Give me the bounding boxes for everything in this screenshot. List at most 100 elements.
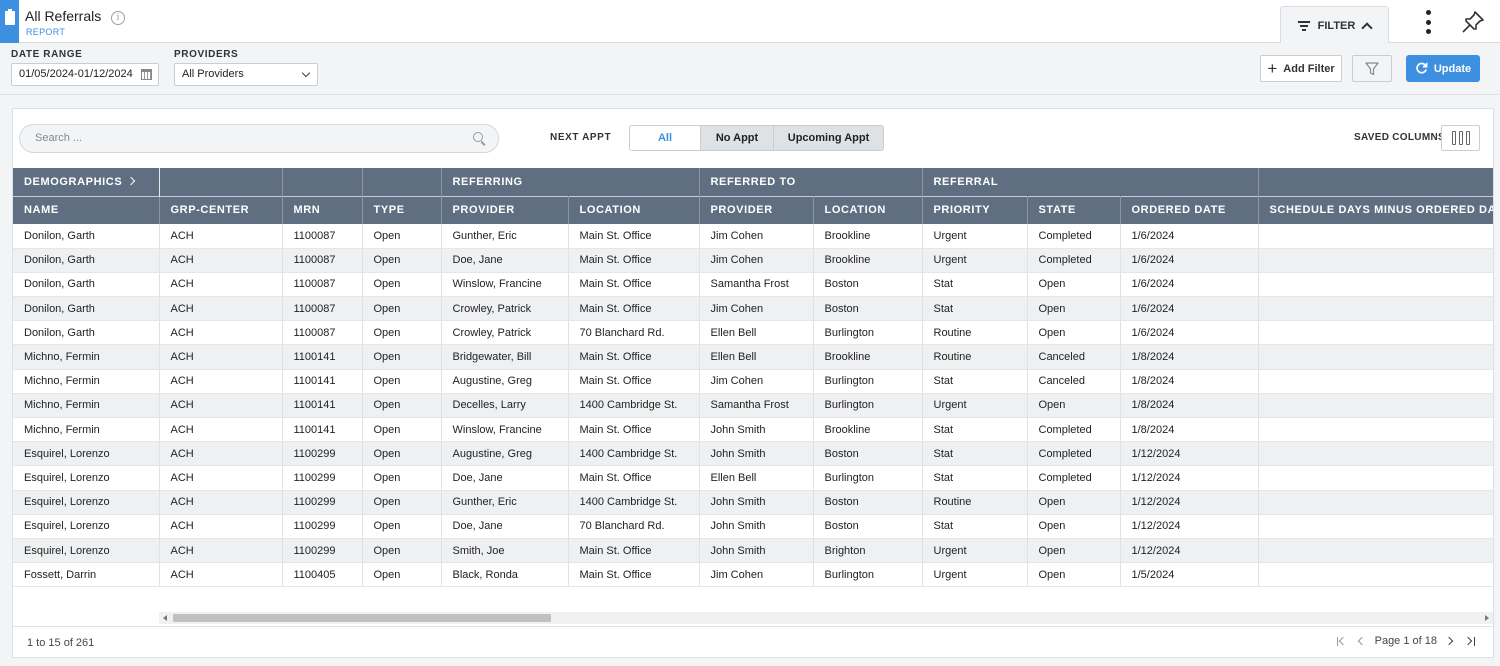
column-header[interactable]: STATE bbox=[1027, 195, 1121, 224]
add-filter-button[interactable]: + Add Filter bbox=[1260, 55, 1342, 82]
add-filter-label: Add Filter bbox=[1283, 62, 1335, 75]
table-row[interactable]: Donilon, Garth ACH 1100087 Open Winslow, Fra… bbox=[13, 272, 1493, 298]
referrals-table: DEMOGRAPHICS REFERRING REFERRED TO REFER… bbox=[13, 168, 1493, 588]
table-cell: 1/12/2024 bbox=[1120, 490, 1259, 515]
column-header[interactable]: ORDERED DATE bbox=[1120, 195, 1259, 224]
table-cell: Main St. Office bbox=[568, 272, 700, 298]
filter-toggle-tab[interactable]: FILTER bbox=[1280, 6, 1389, 44]
table-cell: Jim Cohen bbox=[699, 248, 814, 273]
funnel-button[interactable] bbox=[1352, 55, 1392, 82]
table-cell: Urgent bbox=[922, 538, 1028, 564]
filter-tab-label: FILTER bbox=[1317, 19, 1356, 32]
info-icon[interactable]: i bbox=[111, 11, 125, 25]
app-header: All Referrals i REPORT FILTER bbox=[0, 0, 1500, 44]
table-cell: 1/6/2024 bbox=[1120, 320, 1259, 346]
table-row[interactable]: Donilon, Garth ACH 1100087 Open Crowley, Pat… bbox=[13, 320, 1493, 346]
table-cell: Brighton bbox=[813, 538, 923, 564]
table-cell: 1/12/2024 bbox=[1120, 465, 1259, 491]
table-row[interactable]: Donilon, Garth ACH 1100087 Open Crowley, Pat… bbox=[13, 296, 1493, 322]
table-cell: Open bbox=[362, 272, 442, 298]
table-cell: ACH bbox=[159, 441, 283, 467]
table-cell: 1/6/2024 bbox=[1120, 272, 1259, 298]
table-cell: Open bbox=[362, 224, 442, 249]
column-header[interactable]: GRP-CENTER bbox=[159, 195, 283, 224]
column-header[interactable]: MRN bbox=[282, 195, 363, 224]
column-header[interactable]: PRIORITY bbox=[922, 195, 1028, 224]
kebab-icon[interactable] bbox=[1425, 10, 1431, 34]
table-cell: Open bbox=[1027, 320, 1121, 346]
last-page-icon[interactable] bbox=[1463, 635, 1475, 647]
providers-select[interactable]: All Providers bbox=[174, 63, 318, 86]
next-appt-segmented-control: All No Appt Upcoming Appt bbox=[629, 125, 884, 151]
table-row[interactable]: Esquirel, Lorenzo ACH 1100299 Open Smith, Jo… bbox=[13, 538, 1493, 564]
table-cell: Fossett, Darrin bbox=[13, 562, 160, 588]
table-row[interactable]: Esquirel, Lorenzo ACH 1100299 Open Augustine… bbox=[13, 441, 1493, 467]
search-icon[interactable] bbox=[473, 132, 483, 142]
table-cell: 1/5/2024 bbox=[1120, 562, 1259, 588]
table-cell: ACH bbox=[159, 320, 283, 346]
table-cell bbox=[1258, 417, 1493, 443]
pin-icon[interactable] bbox=[1461, 10, 1485, 34]
table-cell: Completed bbox=[1027, 441, 1121, 467]
table-cell: Open bbox=[362, 393, 442, 419]
chevron-right-icon bbox=[127, 176, 136, 185]
table-cell: Completed bbox=[1027, 224, 1121, 249]
table-cell: Burlington bbox=[813, 369, 923, 394]
table-row[interactable]: Donilon, Garth ACH 1100087 Open Doe, Jane Mai… bbox=[13, 248, 1493, 273]
referrals-table-container: DEMOGRAPHICS REFERRING REFERRED TO REFER… bbox=[13, 168, 1493, 612]
search-input[interactable]: Search ... bbox=[19, 124, 499, 153]
segment-upcoming-appt[interactable]: Upcoming Appt bbox=[774, 125, 884, 151]
table-cell: Michno, Fermin bbox=[13, 344, 160, 370]
table-row[interactable]: Michno, Fermin ACH 1100141 Open Decelles, La… bbox=[13, 393, 1493, 419]
table-cell: Stat bbox=[922, 514, 1028, 539]
table-row[interactable]: Esquirel, Lorenzo ACH 1100299 Open Gunther, … bbox=[13, 490, 1493, 515]
segment-all[interactable]: All bbox=[629, 125, 701, 151]
table-cell: Urgent bbox=[922, 224, 1028, 249]
table-cell bbox=[1258, 369, 1493, 394]
table-row[interactable]: Michno, Fermin ACH 1100141 Open Bridgewater,… bbox=[13, 344, 1493, 370]
table-cell: Main St. Office bbox=[568, 248, 700, 273]
table-cell bbox=[1258, 344, 1493, 370]
table-row[interactable]: Esquirel, Lorenzo ACH 1100299 Open Doe, Jane… bbox=[13, 465, 1493, 491]
column-header[interactable]: PROVIDER bbox=[699, 195, 814, 224]
table-cell bbox=[1258, 538, 1493, 564]
column-header[interactable]: PROVIDER bbox=[441, 195, 569, 224]
table-row[interactable]: Donilon, Garth ACH 1100087 Open Gunther, Eri… bbox=[13, 224, 1493, 249]
group-header-demographics[interactable]: DEMOGRAPHICS bbox=[13, 168, 160, 196]
column-header[interactable]: TYPE bbox=[362, 195, 442, 224]
group-header-empty bbox=[282, 168, 363, 196]
first-page-icon[interactable] bbox=[1336, 635, 1347, 647]
horizontal-scrollbar[interactable] bbox=[159, 612, 1493, 624]
table-cell: 1400 Cambridge St. bbox=[568, 490, 700, 515]
columns-icon[interactable] bbox=[1441, 125, 1480, 151]
previous-page-icon[interactable] bbox=[1356, 635, 1366, 647]
table-row[interactable]: Michno, Fermin ACH 1100141 Open Augustine, G… bbox=[13, 369, 1493, 394]
table-cell bbox=[1258, 490, 1493, 515]
column-header[interactable]: NAME bbox=[13, 195, 160, 224]
table-cell: 1100141 bbox=[282, 344, 363, 370]
table-row[interactable]: Esquirel, Lorenzo ACH 1100299 Open Doe, Jane… bbox=[13, 514, 1493, 539]
column-header[interactable]: SCHEDULE DAYS MINUS ORDERED DAYS bbox=[1258, 195, 1493, 224]
table-footer: 1 to 15 of 261 Page 1 of 18 bbox=[13, 626, 1493, 658]
table-row[interactable]: Michno, Fermin ACH 1100141 Open Winslow, Fra… bbox=[13, 417, 1493, 443]
table-cell: Completed bbox=[1027, 248, 1121, 273]
calendar-icon[interactable] bbox=[141, 69, 152, 80]
table-cell: Michno, Fermin bbox=[13, 369, 160, 394]
next-page-icon[interactable] bbox=[1444, 635, 1456, 647]
table-row[interactable]: Fossett, Darrin ACH 1100405 Open Black, Rond… bbox=[13, 562, 1493, 588]
scrollbar-thumb[interactable] bbox=[173, 614, 551, 622]
segment-no-appt[interactable]: No Appt bbox=[701, 125, 774, 151]
table-cell: Open bbox=[362, 538, 442, 564]
table-cell: Ellen Bell bbox=[699, 465, 814, 491]
column-header[interactable]: LOCATION bbox=[813, 195, 923, 224]
column-header[interactable]: LOCATION bbox=[568, 195, 700, 224]
date-range-input[interactable]: 01/05/2024-01/12/2024 bbox=[11, 63, 159, 86]
update-button[interactable]: Update bbox=[1406, 55, 1480, 82]
funnel-icon bbox=[1365, 61, 1379, 75]
table-cell bbox=[1258, 248, 1493, 273]
scroll-left-arrow-icon[interactable] bbox=[163, 615, 167, 621]
scroll-right-arrow-icon[interactable] bbox=[1485, 615, 1489, 621]
table-cell: ACH bbox=[159, 490, 283, 515]
table-cell: 1400 Cambridge St. bbox=[568, 441, 700, 467]
table-cell: John Smith bbox=[699, 417, 814, 443]
